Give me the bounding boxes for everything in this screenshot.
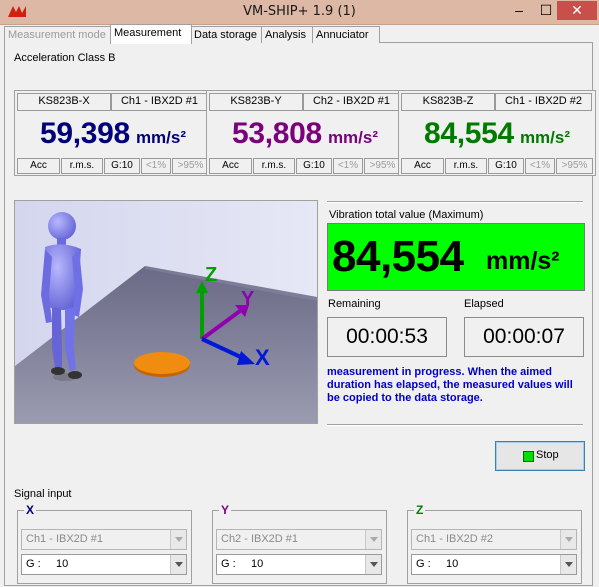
sensor-name: KS823B-X [17,93,111,111]
signal-axis-y-label: Y [219,503,232,517]
gain-value: 10 [251,558,264,570]
separator [327,424,583,426]
channel-name: Ch1 - IBX2D #2 [495,93,592,111]
chevron-down-icon[interactable] [365,555,381,574]
close-button[interactable]: ✕ [557,1,597,20]
channel-value-display: 59,398 mm/s² [15,111,211,157]
channel-select-value: Ch1 - IBX2D #1 [26,533,104,545]
rms-badge: r.m.s. [61,158,103,174]
gain-select-z[interactable]: G : 10 [411,554,577,575]
vibration-total-label: Vibration total value (Maximum) [329,209,484,221]
channel-unit: mm/s² [327,128,379,147]
chevron-down-icon[interactable] [170,555,186,574]
tab-data-storage[interactable]: Data storage [190,26,262,43]
channel-select-value: Ch2 - IBX2D #1 [221,533,299,545]
underrange-badge: <1% [525,158,555,174]
remaining-time: 00:00:53 [327,317,447,357]
chevron-down-icon[interactable] [560,530,576,549]
elapsed-time: 00:00:07 [464,317,584,357]
quantity-badge: Acc [401,158,444,174]
vibration-total-unit: mm/s² [486,247,560,275]
tab-measurement-mode: Measurement mode [4,26,111,43]
acceleration-class-label: Acceleration Class B [14,52,116,64]
quantity-badge: Acc [17,158,60,174]
axis-z-label: Z [205,264,217,286]
overrange-badge: >95% [556,158,593,174]
channel-select-value: Ch1 - IBX2D #2 [416,533,494,545]
stop-indicator-icon [523,451,534,462]
title-bar[interactable]: VM-SHIP+ 1.9 (1) – ☐ ✕ [0,0,599,25]
elapsed-label: Elapsed [464,298,504,310]
underrange-badge: <1% [141,158,171,174]
maximize-button[interactable]: ☐ [534,1,558,20]
stop-button-label: Stop [536,449,559,461]
channel-unit: mm/s² [135,128,187,147]
channel-name: Ch1 - IBX2D #1 [111,93,208,111]
remaining-label: Remaining [328,298,381,310]
channel-box-y: KS823B-Y Ch2 - IBX2D #1 53,808 mm/s² Acc … [206,90,404,176]
channel-select-x[interactable]: Ch1 - IBX2D #1 [21,529,187,550]
channel-value-display: 84,554 mm/s² [399,111,595,157]
gain-select-y[interactable]: G : 10 [216,554,382,575]
vibration-total-value: 84,554 [332,232,464,281]
channel-value: 53,808 [231,117,322,150]
chevron-down-icon[interactable] [560,555,576,574]
tab-annuciator[interactable]: Annuciator [312,26,380,43]
gain-label: G : [221,558,236,570]
signal-axis-x-label: X [24,503,37,517]
sensor-name: KS823B-Y [209,93,303,111]
underrange-badge: <1% [333,158,363,174]
tab-analysis[interactable]: Analysis [261,26,315,43]
minimize-button[interactable]: – [506,1,532,20]
chevron-down-icon[interactable] [365,530,381,549]
overrange-badge: >95% [364,158,401,174]
channel-value: 84,554 [423,117,514,150]
sensor-orientation-view: Z Y X [14,200,318,424]
channel-select-z[interactable]: Ch1 - IBX2D #2 [411,529,577,550]
channel-value: 59,398 [39,117,130,150]
gain-value: 10 [56,558,69,570]
stop-button[interactable]: Stop [495,441,585,471]
separator [327,201,583,203]
vibration-total-display: 84,554 mm/s² [327,223,585,291]
rms-badge: r.m.s. [445,158,487,174]
gain-value: 10 [446,558,459,570]
axis-y-label: Y [241,288,255,310]
channel-select-y[interactable]: Ch2 - IBX2D #1 [216,529,382,550]
quantity-badge: Acc [209,158,252,174]
signal-input-label: Signal input [14,488,72,500]
channel-name: Ch2 - IBX2D #1 [303,93,400,111]
status-message: measurement in progress. When the aimed … [327,366,573,404]
channel-unit: mm/s² [519,128,571,147]
channel-box-x: KS823B-X Ch1 - IBX2D #1 59,398 mm/s² Acc … [14,90,212,176]
axis-x-label: X [255,345,270,370]
gain-label: G : [26,558,41,570]
chevron-down-icon[interactable] [170,530,186,549]
gain-select-x[interactable]: G : 10 [21,554,187,575]
channel-box-z: KS823B-Z Ch1 - IBX2D #2 84,554 mm/s² Acc … [398,90,596,176]
channel-value-display: 53,808 mm/s² [207,111,403,157]
gain-badge: G:10 [296,158,332,174]
signal-axis-z-label: Z [414,503,426,517]
gain-badge: G:10 [488,158,524,174]
tab-measurement[interactable]: Measurement [110,24,192,44]
overrange-badge: >95% [172,158,209,174]
gain-label: G : [416,558,431,570]
rms-badge: r.m.s. [253,158,295,174]
sensor-name: KS823B-Z [401,93,495,111]
gain-badge: G:10 [104,158,140,174]
